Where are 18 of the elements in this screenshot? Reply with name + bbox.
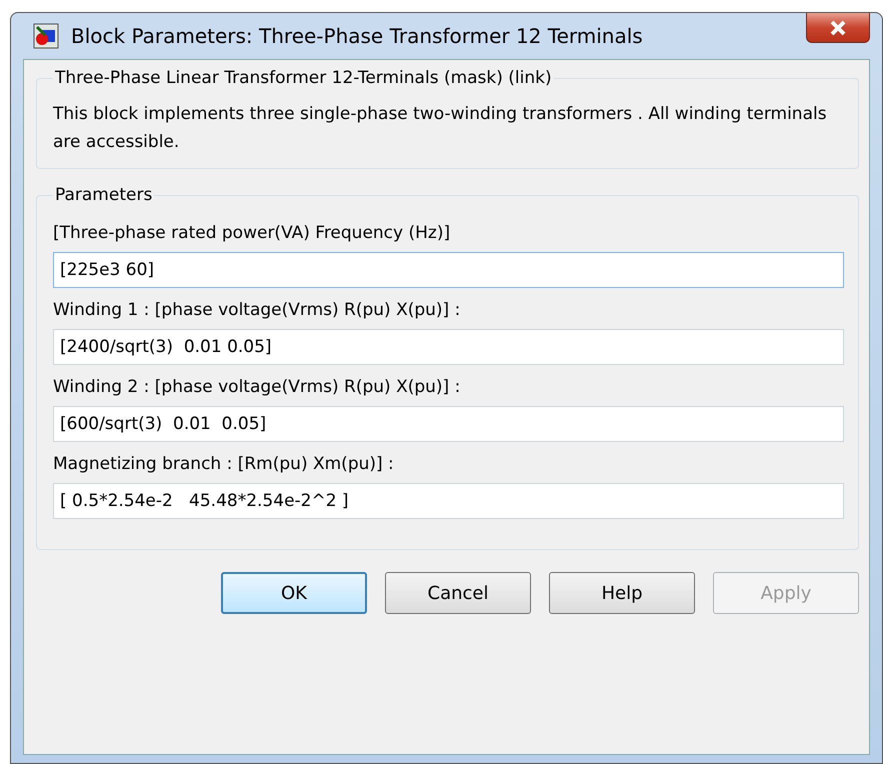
field-label: Magnetizing branch : [Rm(pu) Xm(pu)] : — [53, 454, 395, 474]
block-icon — [33, 23, 59, 49]
close-icon — [829, 20, 847, 36]
close-button[interactable] — [806, 13, 870, 43]
group-title: Parameters — [54, 185, 154, 205]
field-label: Winding 1 : [phase voltage(Vrms) R(pu) X(pu)] : — [53, 300, 462, 320]
description-text: This block implements three single-phase two-winding transformers . All winding terminals are accessible. — [53, 103, 828, 154]
field-label: [Three-phase rated power(VA) Frequency (Hz)] — [53, 223, 452, 243]
group-title: Three-Phase Linear Transformer 12-Terminals (mask) (link) — [54, 68, 553, 88]
window-title: Block Parameters: Three-Phase Transformer 12 Terminals — [71, 24, 643, 48]
dialog-button[interactable]: OK — [221, 572, 367, 614]
input-field[interactable]: [2400/sqrt(3) 0.01 0.05] — [53, 329, 844, 365]
input-field[interactable]: [ 0.5*2.54e-2 45.48*2.54e-2^2 ] — [53, 483, 844, 519]
dialog-button[interactable]: Cancel — [385, 572, 531, 614]
input-field[interactable]: [225e3 60] — [53, 252, 844, 288]
field-label: Winding 2 : [phase voltage(Vrms) R(pu) X(pu)] : — [53, 377, 462, 397]
input-field[interactable]: [600/sqrt(3) 0.01 0.05] — [53, 406, 844, 442]
dialog-button[interactable]: Help — [549, 572, 695, 614]
